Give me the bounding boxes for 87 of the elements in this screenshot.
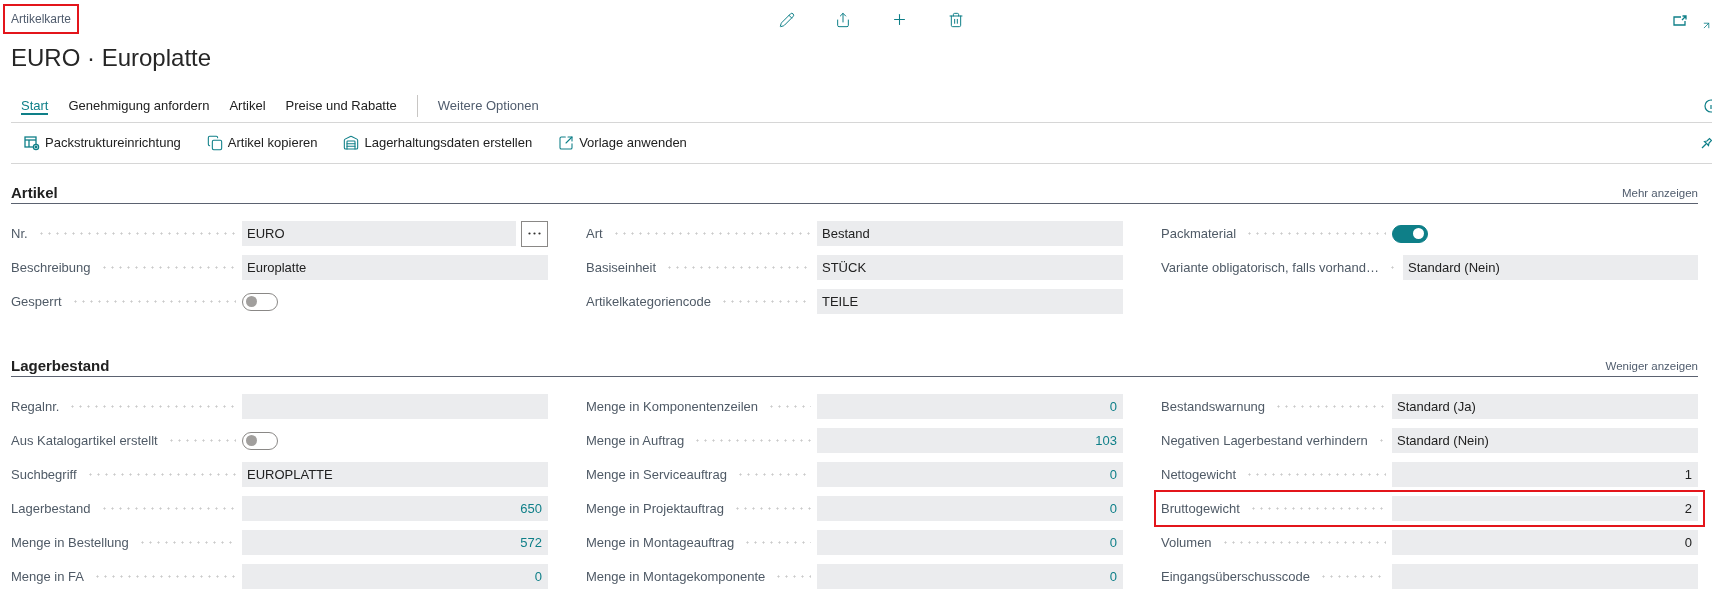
input-field[interactable]: 0 [817,394,1123,419]
toggle-switch[interactable] [242,431,278,450]
field-label: Menge in Serviceauftrag [586,466,727,483]
input-field[interactable]: STÜCK [817,255,1123,280]
field-label: Menge in Montageauftrag [586,534,735,551]
field-label: Basiseinheit [586,259,657,276]
leader-line [777,575,811,578]
action-button[interactable]: Lagerhaltungsdaten erstellen [343,135,533,151]
field-label: Packmaterial [1161,225,1237,242]
tab[interactable]: Start [21,97,49,115]
popout-icon [1673,15,1687,26]
show-more-link[interactable]: Weniger anzeigen [1605,358,1698,376]
field-label: Regalnr. [11,398,60,415]
input-field[interactable]: Europlatte [242,255,548,280]
field-label: Menge in Komponentenzeilen [586,398,758,415]
copy-icon [206,135,223,151]
field-label: Menge in Montagekomponente [586,568,766,585]
input-field[interactable]: 0 [817,496,1123,521]
tab[interactable]: Genehmigung anfordern [68,97,210,115]
tab[interactable]: Preise und Rabatte [285,97,397,115]
field-label: Nettogewicht [1161,466,1237,483]
warehouse-icon [343,135,360,151]
input-field[interactable]: 0 [817,462,1123,487]
page-caption: Artikelkarte [11,11,72,27]
field-label: Bruttogewicht [1161,500,1240,517]
action-button[interactable]: Packstruktureinrichtung [24,135,181,151]
page-title: EURO · Europlatte [11,43,213,73]
input-field[interactable]: 1 [1392,462,1698,487]
input-field[interactable]: 0 [817,530,1123,555]
input-field[interactable]: EURO [242,221,516,246]
input-field[interactable]: Standard (Nein) [1403,255,1698,280]
field-label: Eingangsüberschusscode [1161,568,1310,585]
field-label: Menge in FA [11,568,84,585]
info-icon[interactable] [1704,99,1712,113]
field-label: Artikelkategoriencode [586,293,712,310]
field-label: Nr. [11,225,28,242]
field-label: Gesperrt [11,293,62,310]
input-field[interactable]: 0 [817,564,1123,589]
leader-line [169,439,236,442]
pin-icon[interactable] [1701,137,1712,149]
input-field[interactable]: 0 [242,564,548,589]
field-label: Bestandswarnung [1161,398,1266,415]
pencil-icon [778,11,795,28]
show-more-link[interactable]: Mehr anzeigen [1621,185,1698,203]
input-field[interactable]: 0 [1392,530,1698,555]
input-field[interactable]: Standard (Nein) [1392,428,1698,453]
input-field[interactable]: 650 [242,496,548,521]
input-field[interactable]: EUROPLATTE [242,462,548,487]
toggle-switch[interactable] [1392,224,1428,243]
field-label: Suchbegriff [11,466,77,483]
field-label: Volumen [1161,534,1212,551]
trash-icon [947,11,964,28]
square-arrow-icon [558,135,575,151]
field-label: Aus Katalogartikel erstellt [11,432,158,449]
table-gear-icon [24,135,40,151]
arrow-icon [1701,20,1712,31]
leader-line [770,405,811,408]
action-button[interactable]: Artikel kopieren [206,135,318,151]
field-label: Negativen Lagerbestand verhindern [1161,432,1368,449]
input-field[interactable]: Standard (Ja) [1392,394,1698,419]
delete-button[interactable] [947,11,964,28]
more-options-tab[interactable]: Weitere Optionen [437,97,539,115]
field-label: Menge in Auftrag [586,432,685,449]
edit-button[interactable] [778,11,795,28]
more-button[interactable] [521,220,548,247]
field-label: Variante obligatorisch, falls vorhand… [1161,259,1379,276]
toggle-switch[interactable] [242,292,278,311]
input-field[interactable]: 2 [1392,496,1698,521]
share-icon [834,11,851,28]
field-label: Lagerbestand [11,500,91,517]
popout-button[interactable] [1673,15,1687,26]
tab[interactable]: Artikel [229,97,266,115]
collapse-button[interactable] [1701,20,1712,31]
input-field[interactable]: TEILE [817,289,1123,314]
field-label: Menge in Projektauftrag [586,500,725,517]
input-field[interactable]: 572 [242,530,548,555]
action-button[interactable]: Vorlage anwenden [558,135,687,151]
field-label: Beschreibung [11,259,91,276]
field-label: Art [586,225,603,242]
section-title: Artikel [11,183,58,203]
input-field[interactable]: 103 [817,428,1123,453]
field-label: Menge in Bestellung [11,534,129,551]
share-button[interactable] [834,11,851,28]
leader-line [746,541,811,544]
more-icon [528,232,541,235]
section-title: Lagerbestand [11,356,110,376]
input-field[interactable]: Bestand [817,221,1123,246]
